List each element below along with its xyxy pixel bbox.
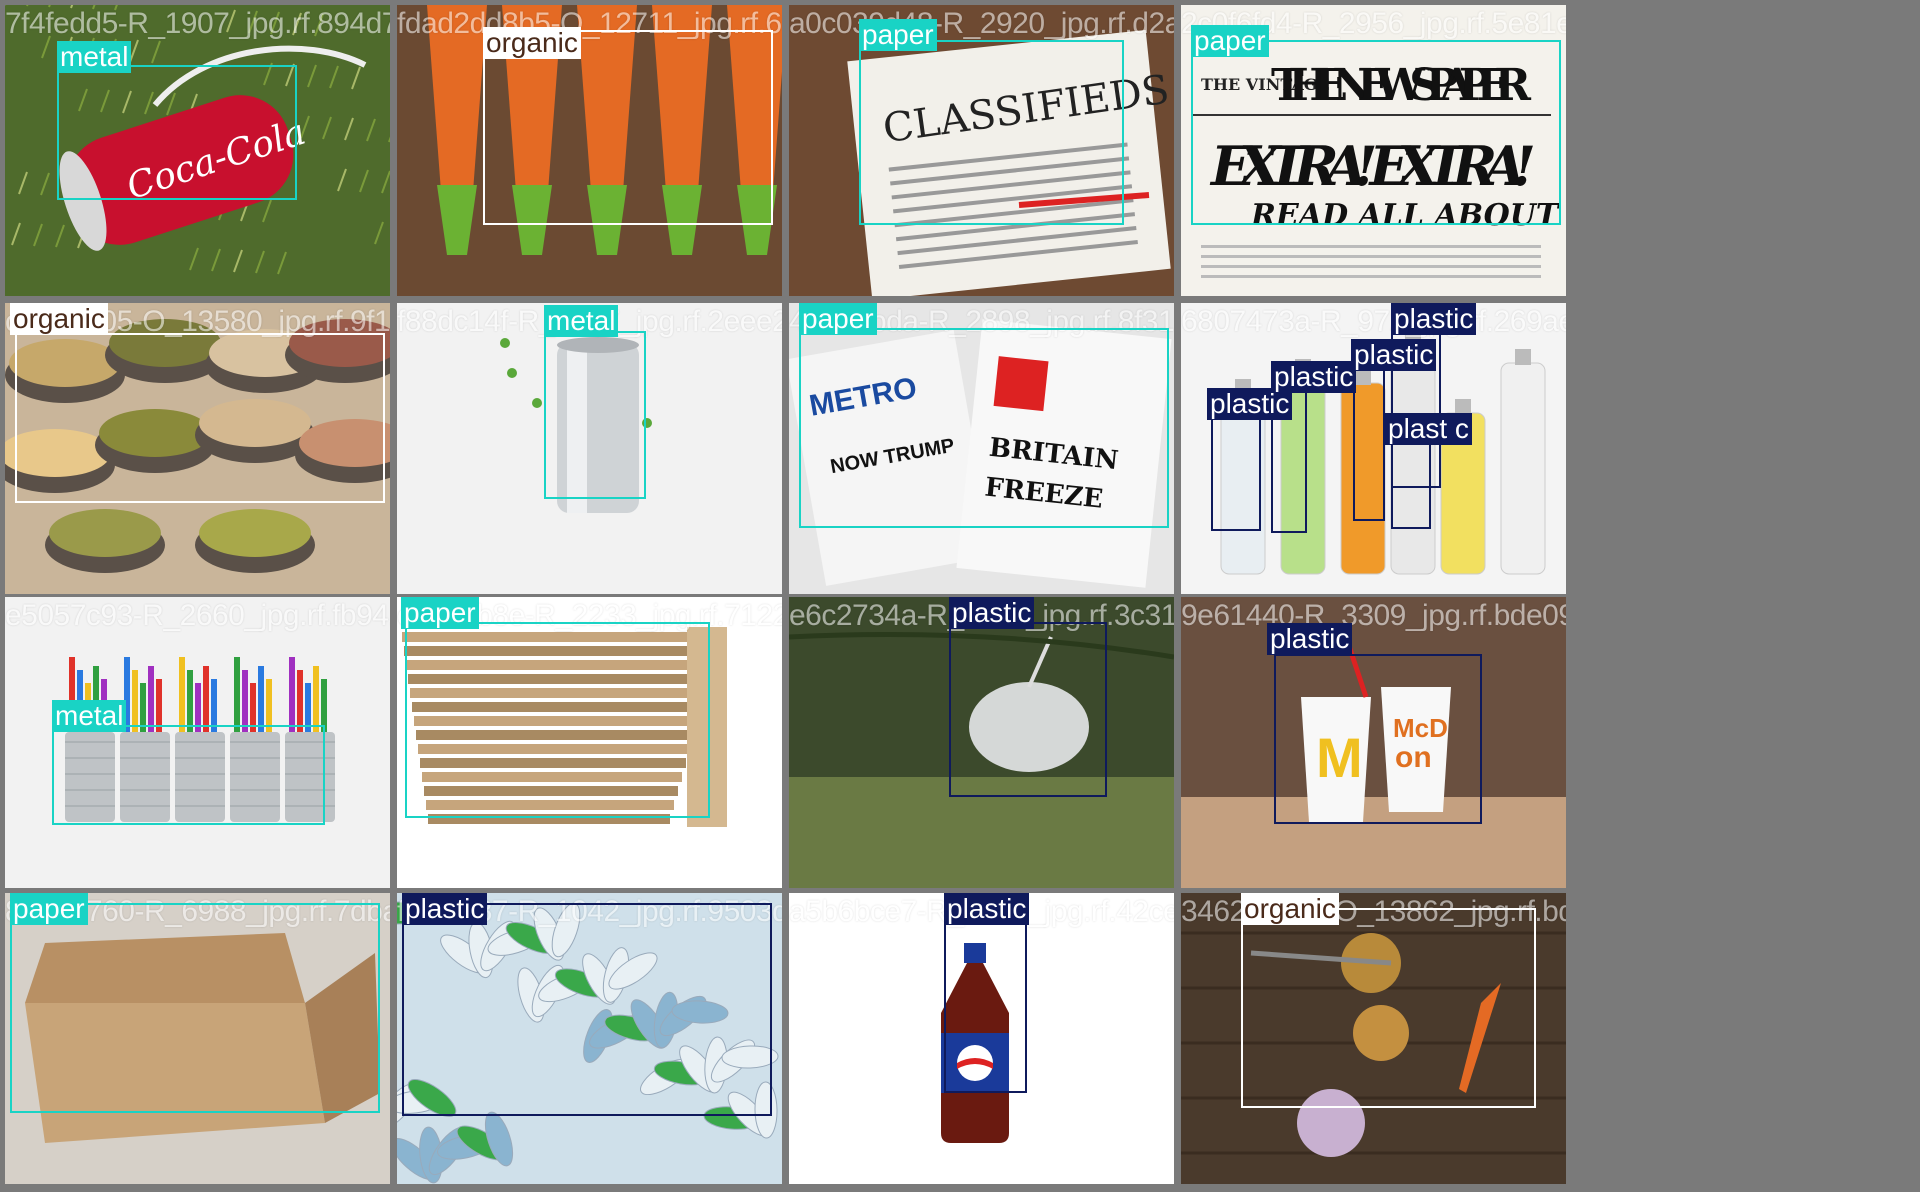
class-label: metal — [52, 700, 127, 732]
bounding-box — [799, 328, 1169, 528]
class-label: paper — [401, 597, 479, 629]
class-label: paper — [1191, 25, 1269, 57]
bounding-box — [949, 622, 1107, 797]
result-tile: 3462a0ca5-O_13862_jpg.rf.bd35616organic — [1181, 893, 1566, 1184]
class-label: organic — [1241, 893, 1339, 925]
result-tile: e6c7ab8e-R_2233_jpg.rf.71226cd3apaper — [397, 597, 782, 888]
bounding-box — [1241, 908, 1536, 1108]
class-label: organic — [483, 27, 581, 59]
class-label: plastic — [949, 597, 1035, 629]
class-label: plast c — [1385, 413, 1472, 445]
result-tile: MMcDon9e61440-R_3309_jpg.rf.bde091b4plas… — [1181, 597, 1566, 888]
result-tile: CLASSIFIEDSa0c039d48-R_2920_jpg.rf.d2a56… — [789, 5, 1174, 296]
bounding-box — [944, 923, 1027, 1093]
result-tile: e6c2734a-R_3311_jpg.rf.3c313f22d7plastic — [789, 597, 1174, 888]
result-tile: Coca-Cola7f4fedd5-R_1907_jpg.rf.894d7312… — [5, 5, 390, 296]
bounding-box — [15, 333, 385, 503]
result-tile: THE VINTAGE THE NEWSPAPER EXTRA! EXTRA! REA… — [1181, 5, 1566, 296]
bounding-box — [57, 65, 297, 200]
bounding-box — [405, 622, 710, 818]
class-label: metal — [544, 305, 619, 337]
bounding-box — [1191, 40, 1561, 225]
result-tile: METRO NOW TRUMP BRITAIN FREEZE 4b1e0bda-R_28… — [789, 303, 1174, 594]
result-tile: fdad2dd8b5-O_12711_jpg.rf.69c447aorganic — [397, 5, 782, 296]
bounding-box — [1353, 363, 1385, 521]
class-label: plastic — [1351, 339, 1437, 371]
bounding-box — [1211, 403, 1261, 531]
bounding-box — [52, 725, 325, 825]
class-label: paper — [799, 303, 877, 335]
detection-results-grid: Coca-Cola7f4fedd5-R_1907_jpg.rf.894d7312… — [0, 0, 1920, 1192]
class-label: plastic — [402, 893, 488, 925]
class-label: paper — [10, 893, 88, 925]
class-label: plastic — [1391, 303, 1477, 335]
bounding-box — [1391, 433, 1431, 529]
class-label: paper — [859, 19, 937, 51]
result-tile: 6807473a-R_972_jpg.rf.269ae0fb2plasticpl… — [1181, 303, 1566, 594]
result-tile: e5057c93-R_2660_jpg.rf.fb941cd22metal — [5, 597, 390, 888]
bounding-box — [483, 30, 773, 225]
result-tile: c6e2d505-O_13580_jpg.rf.9f18fa2c3d7a14c7… — [5, 303, 390, 594]
bounding-box — [1274, 654, 1482, 824]
class-label: plastic — [1267, 623, 1353, 655]
class-label: metal — [57, 41, 132, 73]
result-tile: f88dc14f-R_2447_jpg.rf.2eee23bfmetal — [397, 303, 782, 594]
class-label: organic — [10, 303, 108, 335]
result-tile: 8a95e760-R_6988_jpg.rf.7dba0adfpaper — [5, 893, 390, 1184]
bounding-box — [859, 40, 1124, 225]
class-label: plastic — [1271, 361, 1357, 393]
bounding-box — [402, 903, 772, 1116]
bounding-box — [544, 331, 646, 499]
result-tile: f1f6c187-R_1042_jpg.rf.9503d24 plastic — [397, 893, 782, 1184]
class-label: plastic — [944, 893, 1030, 925]
result-tile: a5b6bce7-R_1777_jpg.rf.42ce61399162plast… — [789, 893, 1174, 1184]
bounding-box — [10, 903, 380, 1113]
